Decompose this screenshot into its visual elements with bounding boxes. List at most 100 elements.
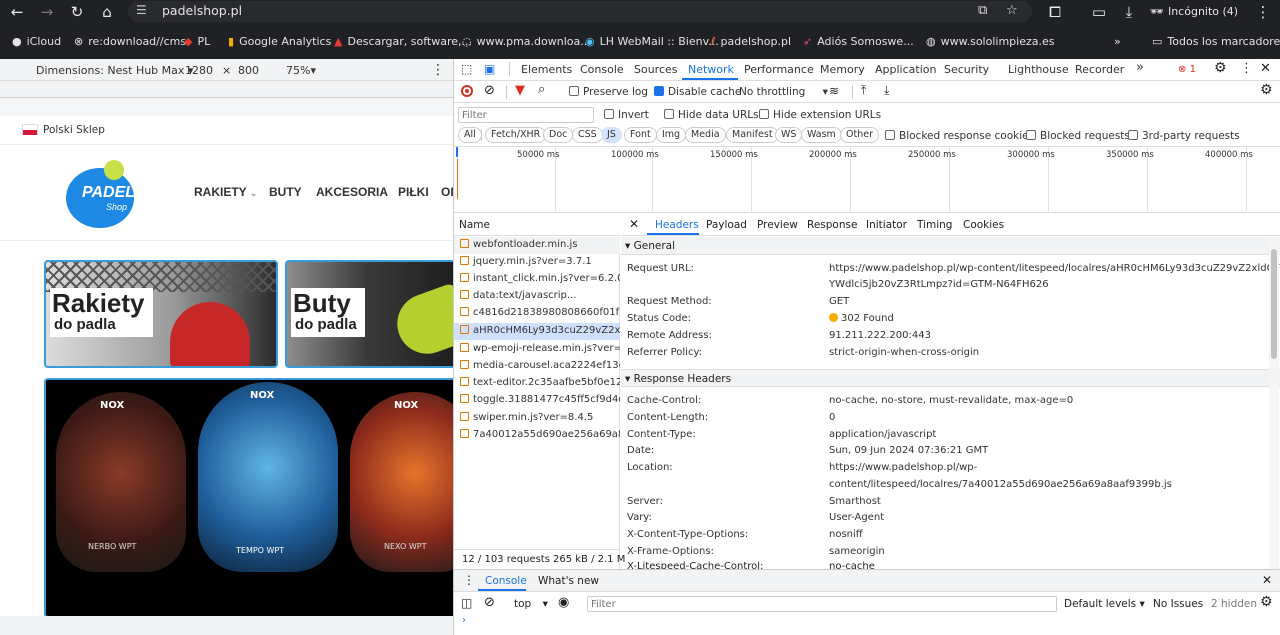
incognito-badge[interactable]: 🕶 Incógnito (4) bbox=[1150, 1, 1242, 22]
bookmark-item[interactable]: ℓ padelshop.pl bbox=[711, 35, 791, 48]
preserve-log-checkbox[interactable]: Preserve log bbox=[569, 86, 648, 98]
console-settings-icon[interactable]: ⚙ bbox=[1260, 594, 1273, 610]
menu-item-buty[interactable]: BUTY bbox=[269, 185, 302, 199]
tab-elements[interactable]: Elements bbox=[521, 63, 572, 76]
type-filter-fetch[interactable]: Fetch/XHR bbox=[485, 127, 547, 143]
tab-preview[interactable]: Preview bbox=[757, 219, 798, 231]
type-filter-media[interactable]: Media bbox=[685, 127, 726, 143]
type-filter-js[interactable]: JS bbox=[601, 127, 622, 143]
type-filter-css[interactable]: CSS bbox=[572, 127, 603, 143]
third-party-checkbox[interactable]: 3rd-party requests bbox=[1128, 130, 1240, 142]
type-filter-img[interactable]: Img bbox=[656, 127, 687, 143]
zoom-select[interactable]: 75%▾ bbox=[286, 64, 316, 77]
extensions-icon[interactable]: ⧠ bbox=[1044, 2, 1066, 22]
throttling-select[interactable]: No throttling ▾ bbox=[739, 86, 828, 98]
menu-item-rakiety[interactable]: RAKIETY ⌄ bbox=[194, 185, 257, 199]
console-filter-input[interactable] bbox=[587, 596, 1057, 612]
search-icon[interactable]: ⌕ bbox=[538, 82, 545, 97]
sidebar-toggle-icon[interactable]: ◫ bbox=[461, 596, 472, 610]
bookmark-item[interactable]: ▲ Descargar, software,... bbox=[334, 35, 472, 48]
device-more-icon[interactable]: ⋮ bbox=[431, 62, 445, 78]
network-settings-icon[interactable]: ⚙ bbox=[1260, 82, 1273, 98]
translate-icon[interactable]: ⧉ bbox=[978, 3, 987, 18]
device-dimensions-select[interactable]: Dimensions: Nest Hub Max ▾ bbox=[36, 64, 193, 77]
type-filter-other[interactable]: Other bbox=[840, 127, 879, 143]
tab-performance[interactable]: Performance bbox=[744, 63, 814, 76]
request-row[interactable]: jquery.min.js?ver=3.7.1 bbox=[460, 256, 620, 267]
menu-item-more[interactable]: OD bbox=[441, 185, 453, 199]
tab-recorder[interactable]: Recorder bbox=[1075, 63, 1124, 76]
tab-payload[interactable]: Payload bbox=[706, 219, 747, 231]
details-scrollbar[interactable] bbox=[1269, 237, 1279, 569]
filter-funnel-icon[interactable]: ▼ bbox=[515, 83, 525, 98]
request-row[interactable]: 7a40012a55d690ae256a69a8a... bbox=[460, 429, 620, 440]
hero-rackets-banner[interactable]: NOX NERBO WPT NOX TEMPO WPT NOX NEXO WPT bbox=[44, 378, 453, 616]
close-details-icon[interactable]: ✕ bbox=[629, 217, 639, 231]
disable-cache-checkbox[interactable]: Disable cache bbox=[654, 86, 741, 98]
language-label[interactable]: Polski Sklep bbox=[43, 124, 105, 136]
error-badge[interactable]: ⊗ 1 bbox=[1178, 64, 1196, 75]
menu-kebab-icon[interactable]: ⋮ bbox=[1252, 2, 1274, 22]
tab-memory[interactable]: Memory bbox=[820, 63, 865, 76]
invert-checkbox[interactable]: Invert bbox=[604, 109, 649, 121]
tab-sources[interactable]: Sources bbox=[634, 63, 678, 76]
bookmark-item[interactable]: ◆ PL bbox=[184, 35, 210, 48]
bookmark-item[interactable]: ◉ LH WebMail :: Bienv... bbox=[585, 35, 719, 48]
console-prompt-icon[interactable]: › bbox=[462, 615, 466, 626]
more-tabs-icon[interactable]: » bbox=[1136, 60, 1144, 75]
close-devtools-icon[interactable]: ✕ bbox=[1260, 61, 1271, 76]
log-levels-select[interactable]: Default levels ▾ bbox=[1064, 598, 1145, 610]
back-arrow-icon[interactable]: ← bbox=[6, 2, 28, 22]
tab-security[interactable]: Security bbox=[944, 63, 989, 76]
tab-network[interactable]: Network bbox=[688, 63, 734, 76]
name-column-header[interactable]: Name bbox=[459, 219, 490, 231]
tab-application[interactable]: Application bbox=[875, 63, 936, 76]
export-har-icon[interactable]: ⤓ bbox=[884, 83, 889, 98]
menu-item-akcesoria[interactable]: AKCESORIA bbox=[316, 185, 388, 199]
request-row[interactable]: wp-emoji-release.min.js?ver=6... bbox=[460, 343, 620, 354]
forward-arrow-icon[interactable]: → bbox=[36, 2, 58, 22]
issues-button[interactable]: No Issues bbox=[1153, 598, 1203, 610]
promo-banner-buty[interactable]: Buty do padla bbox=[285, 260, 453, 368]
request-row[interactable]: c4816d21838980808660f01f79... bbox=[460, 307, 620, 318]
device-height-input[interactable]: 800 bbox=[238, 64, 259, 77]
bookmark-item[interactable]: ▮ Google Analytics bbox=[228, 35, 331, 48]
request-row[interactable]: swiper.min.js?ver=8.4.5 bbox=[460, 412, 620, 423]
tab-cookies[interactable]: Cookies bbox=[963, 219, 1004, 231]
bookmark-item[interactable]: ◌ www.pma.downloa... bbox=[462, 35, 591, 48]
all-bookmarks[interactable]: ▭ Todos los marcadores bbox=[1152, 35, 1280, 48]
more-bookmarks-chevron-icon[interactable]: » bbox=[1114, 35, 1121, 48]
general-section-header[interactable]: ▾ General bbox=[621, 237, 1280, 255]
tab-console[interactable]: Console bbox=[580, 63, 624, 76]
request-row[interactable]: text-editor.2c35aafbe5bf0e127... bbox=[460, 377, 620, 388]
blocked-cookies-checkbox[interactable]: Blocked response cookies bbox=[885, 130, 1034, 142]
type-filter-doc[interactable]: Doc bbox=[543, 127, 574, 143]
request-row[interactable]: toggle.31881477c45ff5cf9d4d... bbox=[460, 394, 620, 405]
bookmark-item[interactable]: ⊗ re:download//cms bbox=[74, 35, 186, 48]
hide-extension-urls-checkbox[interactable]: Hide extension URLs bbox=[759, 109, 881, 121]
tab-response[interactable]: Response bbox=[807, 219, 857, 231]
reload-icon[interactable]: ↻ bbox=[66, 2, 88, 22]
type-filter-all[interactable]: All bbox=[458, 127, 482, 143]
type-filter-wasm[interactable]: Wasm bbox=[801, 127, 842, 143]
hide-data-urls-checkbox[interactable]: Hide data URLs bbox=[664, 109, 759, 121]
response-headers-section-header[interactable]: ▾ Response Headers bbox=[621, 369, 1280, 387]
request-row[interactable]: instant_click.min.js?ver=6.2.0.1 bbox=[460, 273, 620, 284]
type-filter-font[interactable]: Font bbox=[624, 127, 657, 143]
settings-gear-icon[interactable]: ⚙ bbox=[1214, 60, 1227, 76]
scrollbar-thumb[interactable] bbox=[1271, 249, 1277, 359]
tab-headers[interactable]: Headers bbox=[655, 219, 699, 231]
type-filter-manifest[interactable]: Manifest bbox=[726, 127, 779, 143]
tab-initiator[interactable]: Initiator bbox=[866, 219, 907, 231]
address-bar[interactable]: ☰ padelshop.pl ⧉ ☆ bbox=[128, 1, 1032, 22]
site-info-icon[interactable]: ☰ bbox=[136, 3, 147, 17]
bookmark-item[interactable]: ◍ www.sololimpieza.es bbox=[926, 35, 1054, 48]
import-har-icon[interactable]: ⤒ bbox=[861, 83, 866, 98]
clear-console-icon[interactable]: ⊘ bbox=[484, 595, 495, 610]
menu-item-pilki[interactable]: PIŁKI bbox=[398, 185, 429, 199]
device-width-input[interactable]: 1280 bbox=[185, 64, 213, 77]
context-select[interactable]: top ▾ bbox=[514, 598, 548, 610]
tab-timing[interactable]: Timing bbox=[917, 219, 952, 231]
request-row[interactable]: webfontloader.min.js bbox=[460, 239, 620, 250]
timeline-overview[interactable] bbox=[454, 146, 1280, 213]
